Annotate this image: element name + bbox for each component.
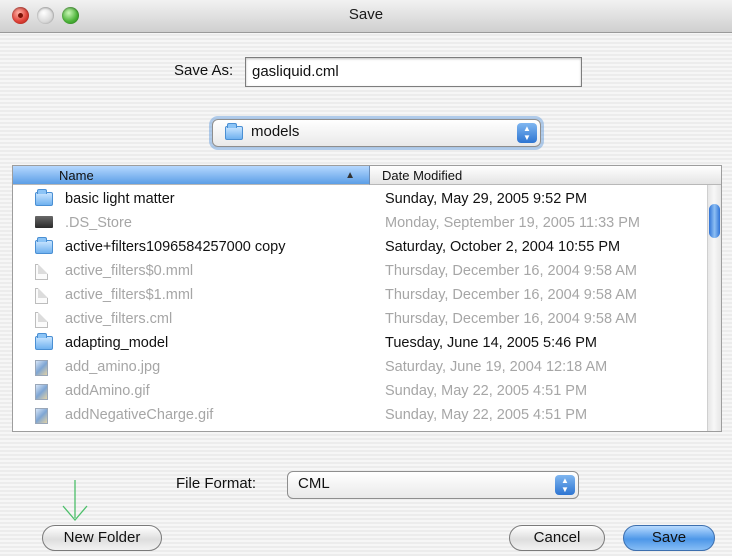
file-row[interactable]: adapting_model Tuesday, June 14, 2005 5:4… — [13, 332, 703, 356]
file-date: Thursday, December 16, 2004 9:58 AM — [385, 263, 638, 279]
file-name: addNucleotide.gif — [65, 431, 177, 432]
file-name: basic light matter — [65, 191, 175, 207]
file-date: Thursday, December 16, 2004 9:58 AM — [385, 311, 638, 327]
file-row: active_filters$0.mml Thursday, December 1… — [13, 260, 703, 284]
file-row: addNucleotide.gif Sunday, May 22, 2005 4:… — [13, 428, 703, 432]
folder-icon — [35, 189, 53, 206]
file-row: add_amino.jpg Saturday, June 19, 2004 12:… — [13, 356, 703, 380]
file-format-label: File Format: — [176, 475, 257, 492]
folder-icon — [225, 123, 243, 140]
vertical-scrollbar[interactable] — [707, 185, 721, 431]
file-date: Monday, September 19, 2005 11:33 PM — [385, 215, 640, 231]
file-format-popup[interactable]: CML ▲ ▼ — [287, 471, 579, 499]
file-name: addNegativeCharge.gif — [65, 407, 214, 423]
title-bar: Save — [0, 0, 732, 33]
document-icon — [35, 312, 48, 328]
sort-ascending-icon: ▲ — [345, 170, 355, 181]
location-popup[interactable]: models ▲ ▼ — [212, 119, 541, 147]
popup-arrows-icon: ▲ ▼ — [555, 475, 575, 495]
image-icon — [35, 360, 48, 376]
column-header-date-label: Date Modified — [382, 168, 463, 183]
file-browser[interactable]: Name ▲ Date Modified basic light matter S… — [12, 165, 722, 432]
document-icon — [35, 264, 48, 280]
file-date: Sunday, May 22, 2005 4:51 PM — [385, 431, 587, 432]
column-header-name[interactable]: Name ▲ — [13, 166, 370, 185]
popup-arrows-icon: ▲ ▼ — [517, 123, 537, 143]
file-date: Sunday, May 29, 2005 9:52 PM — [385, 191, 588, 207]
folder-icon — [35, 237, 53, 254]
file-name: adapting_model — [65, 335, 169, 351]
file-row: addAmino.gif Sunday, May 22, 2005 4:51 PM — [13, 380, 703, 404]
file-date: Saturday, June 19, 2004 12:18 AM — [385, 359, 608, 375]
file-name: .DS_Store — [65, 215, 132, 231]
file-date: Tuesday, June 14, 2005 5:46 PM — [385, 335, 597, 351]
scroll-thumb[interactable] — [709, 204, 720, 238]
image-icon — [35, 384, 48, 400]
file-date: Sunday, May 22, 2005 4:51 PM — [385, 383, 588, 399]
file-row[interactable]: active+filters1096584257000 copy Saturday… — [13, 236, 703, 260]
location-popup-value: models — [251, 123, 300, 140]
file-name: active_filters$1.mml — [65, 287, 194, 303]
window-title: Save — [348, 6, 384, 23]
file-name: active_filters$0.mml — [65, 263, 194, 279]
file-date: Sunday, May 22, 2005 4:51 PM — [385, 407, 588, 423]
file-format-value: CML — [298, 475, 330, 492]
file-name: add_amino.jpg — [65, 359, 161, 375]
file-row: active_filters$1.mml Thursday, December 1… — [13, 284, 703, 308]
save-as-label: Save As: — [174, 62, 234, 79]
image-icon — [35, 408, 48, 424]
file-icon — [35, 216, 53, 228]
file-row: .DS_Store Monday, September 19, 2005 11:3… — [13, 212, 703, 236]
file-name: active+filters1096584257000 copy — [65, 239, 286, 255]
folder-icon — [35, 333, 53, 350]
column-header-name-label: Name — [59, 168, 94, 183]
file-name: addAmino.gif — [65, 383, 150, 399]
cancel-button[interactable]: Cancel — [509, 525, 605, 551]
file-name: active_filters.cml — [65, 311, 173, 327]
new-folder-button[interactable]: New Folder — [42, 525, 162, 551]
column-header-date[interactable]: Date Modified — [370, 166, 721, 185]
file-row: addNegativeCharge.gif Sunday, May 22, 200… — [13, 404, 703, 428]
document-icon — [35, 288, 48, 304]
file-row: active_filters.cml Thursday, December 16,… — [13, 308, 703, 332]
file-row[interactable]: basic light matter Sunday, May 29, 2005 9… — [13, 188, 703, 212]
save-button[interactable]: Save — [623, 525, 715, 551]
file-date: Saturday, October 2, 2004 10:55 PM — [385, 239, 621, 255]
annotation-arrow-icon — [62, 480, 88, 521]
file-date: Thursday, December 16, 2004 9:58 AM — [385, 287, 638, 303]
save-as-field[interactable]: gasliquid.cml — [245, 57, 582, 87]
